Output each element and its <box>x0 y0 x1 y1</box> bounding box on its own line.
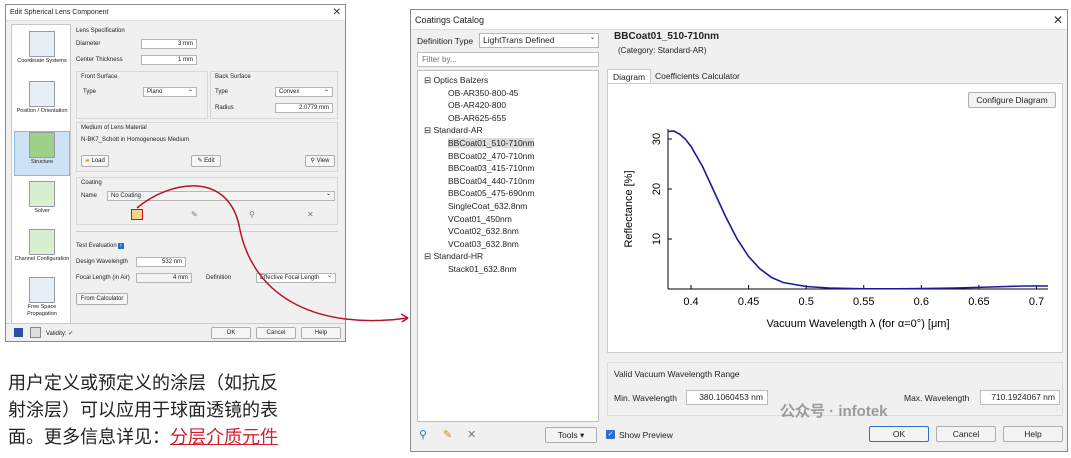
tree-item[interactable]: OB-AR420-800 <box>448 100 506 110</box>
catalog-ok-button[interactable]: OK <box>869 426 929 442</box>
tree-group[interactable]: ⊟ Standard-AR <box>424 125 483 136</box>
tree-item[interactable]: OB-AR350-800-45 <box>448 88 518 98</box>
tree-group[interactable]: ⊟ Optics Balzers <box>424 75 488 86</box>
coatings-catalog-window: Coatings Catalog ✕ Definition Type Light… <box>410 9 1068 452</box>
tree-item[interactable]: SingleCoat_632.8nm <box>448 201 527 211</box>
tools-icon: ▾ <box>579 430 585 440</box>
caption-line-3: 面。更多信息详见：分层介质元件 <box>8 427 278 448</box>
show-preview-checkbox[interactable]: ✓ <box>606 430 615 439</box>
caption-line-1: 用户定义或预定义的涂层（如抗反 <box>8 373 278 394</box>
show-preview-label: Show Preview <box>619 430 673 440</box>
catalog-help-button[interactable]: Help <box>1003 426 1063 442</box>
tree-item[interactable]: BBCoat01_510-710nm <box>448 138 535 148</box>
tree-item[interactable]: BBCoat04_440-710nm <box>448 176 534 186</box>
x-axis-label: Vacuum Wavelength λ (for α=0°) [μm] <box>766 318 949 330</box>
y-axis-label: Reflectance [%] <box>623 170 635 247</box>
reflectance-chart: 0.4 0.45 0.5 0.55 0.6 0.65 0.7 10 20 30 Vacuum Wav… <box>623 129 1048 330</box>
diagram-panel: Configure Diagram 0.4 0.45 0.5 0.55 0.6 0.65 0… <box>607 83 1063 353</box>
definition-type-select[interactable]: LightTrans Defined <box>479 32 599 48</box>
tree-item[interactable]: VCoat01_450nm <box>448 214 512 224</box>
catalog-title: Coatings Catalog <box>411 10 1067 30</box>
delete-icon[interactable]: ✕ <box>467 428 476 441</box>
catalog-cancel-button[interactable]: Cancel <box>936 426 996 442</box>
tree-group[interactable]: ⊟ Standard-HR <box>424 251 483 262</box>
tree-item[interactable]: OB-AR625-655 <box>448 113 506 123</box>
selected-coating-name: BBCoat01_510-710nm <box>614 31 720 42</box>
x-tick-label: 0.4 <box>683 296 698 308</box>
tree-item[interactable]: Stack01_632.8nm <box>448 264 517 274</box>
x-tick-label: 0.6 <box>914 296 929 308</box>
tab-coefficients-calculator[interactable]: Coefficients Calculator <box>655 71 740 81</box>
selected-coating-category: (Category: Standard-AR) <box>618 46 707 55</box>
definition-type-label: Definition Type <box>417 36 474 46</box>
reflectance-line <box>667 130 1048 290</box>
tree-item[interactable]: BBCoat05_475-690nm <box>448 188 534 198</box>
range-title: Valid Vacuum Wavelength Range <box>614 369 740 379</box>
x-tick-label: 0.45 <box>738 296 759 308</box>
max-wavelength-field: 710.1924067 nm <box>980 390 1060 405</box>
min-wavelength-label: Min. Wavelength <box>614 393 677 403</box>
caption: 用户定义或预定义的涂层（如抗反 射涂层）可以应用于球面透镜的表 面。更多信息详见… <box>8 370 278 451</box>
min-wavelength-field: 380.1060453 nm <box>686 390 768 405</box>
x-tick-label: 0.55 <box>853 296 874 308</box>
max-wavelength-label: Max. Wavelength <box>904 393 970 403</box>
y-tick-label: 20 <box>651 183 663 195</box>
watermark: 公众号 · infotek <box>780 403 888 420</box>
tree-item[interactable]: BBCoat02_470-710nm <box>448 151 534 161</box>
x-tick-label: 0.7 <box>1029 296 1044 308</box>
tree-item[interactable]: VCoat02_632.8nm <box>448 226 519 236</box>
tree-item[interactable]: BBCoat03_415-710nm <box>448 163 534 173</box>
catalog-close-icon[interactable]: ✕ <box>1053 10 1063 30</box>
tree-item[interactable]: VCoat03_632.8nm <box>448 239 519 249</box>
tools-button[interactable]: Tools ▾ <box>545 427 597 443</box>
layered-medium-link[interactable]: 分层介质元件 <box>170 427 278 448</box>
caption-line-2: 射涂层）可以应用于球面透镜的表 <box>8 400 278 421</box>
view-icon[interactable]: ⚲ <box>419 428 427 441</box>
x-tick-label: 0.65 <box>968 296 989 308</box>
filter-input[interactable] <box>417 52 599 67</box>
y-tick-label: 10 <box>651 233 663 245</box>
coating-tree: ⊟ Optics Balzers OB-AR350-800-45 OB-AR420-… <box>417 70 599 422</box>
tab-diagram[interactable]: Diagram <box>607 69 651 84</box>
y-tick-label: 30 <box>651 133 663 145</box>
edit-icon[interactable]: ✎ <box>443 428 452 441</box>
x-tick-label: 0.5 <box>799 296 814 308</box>
